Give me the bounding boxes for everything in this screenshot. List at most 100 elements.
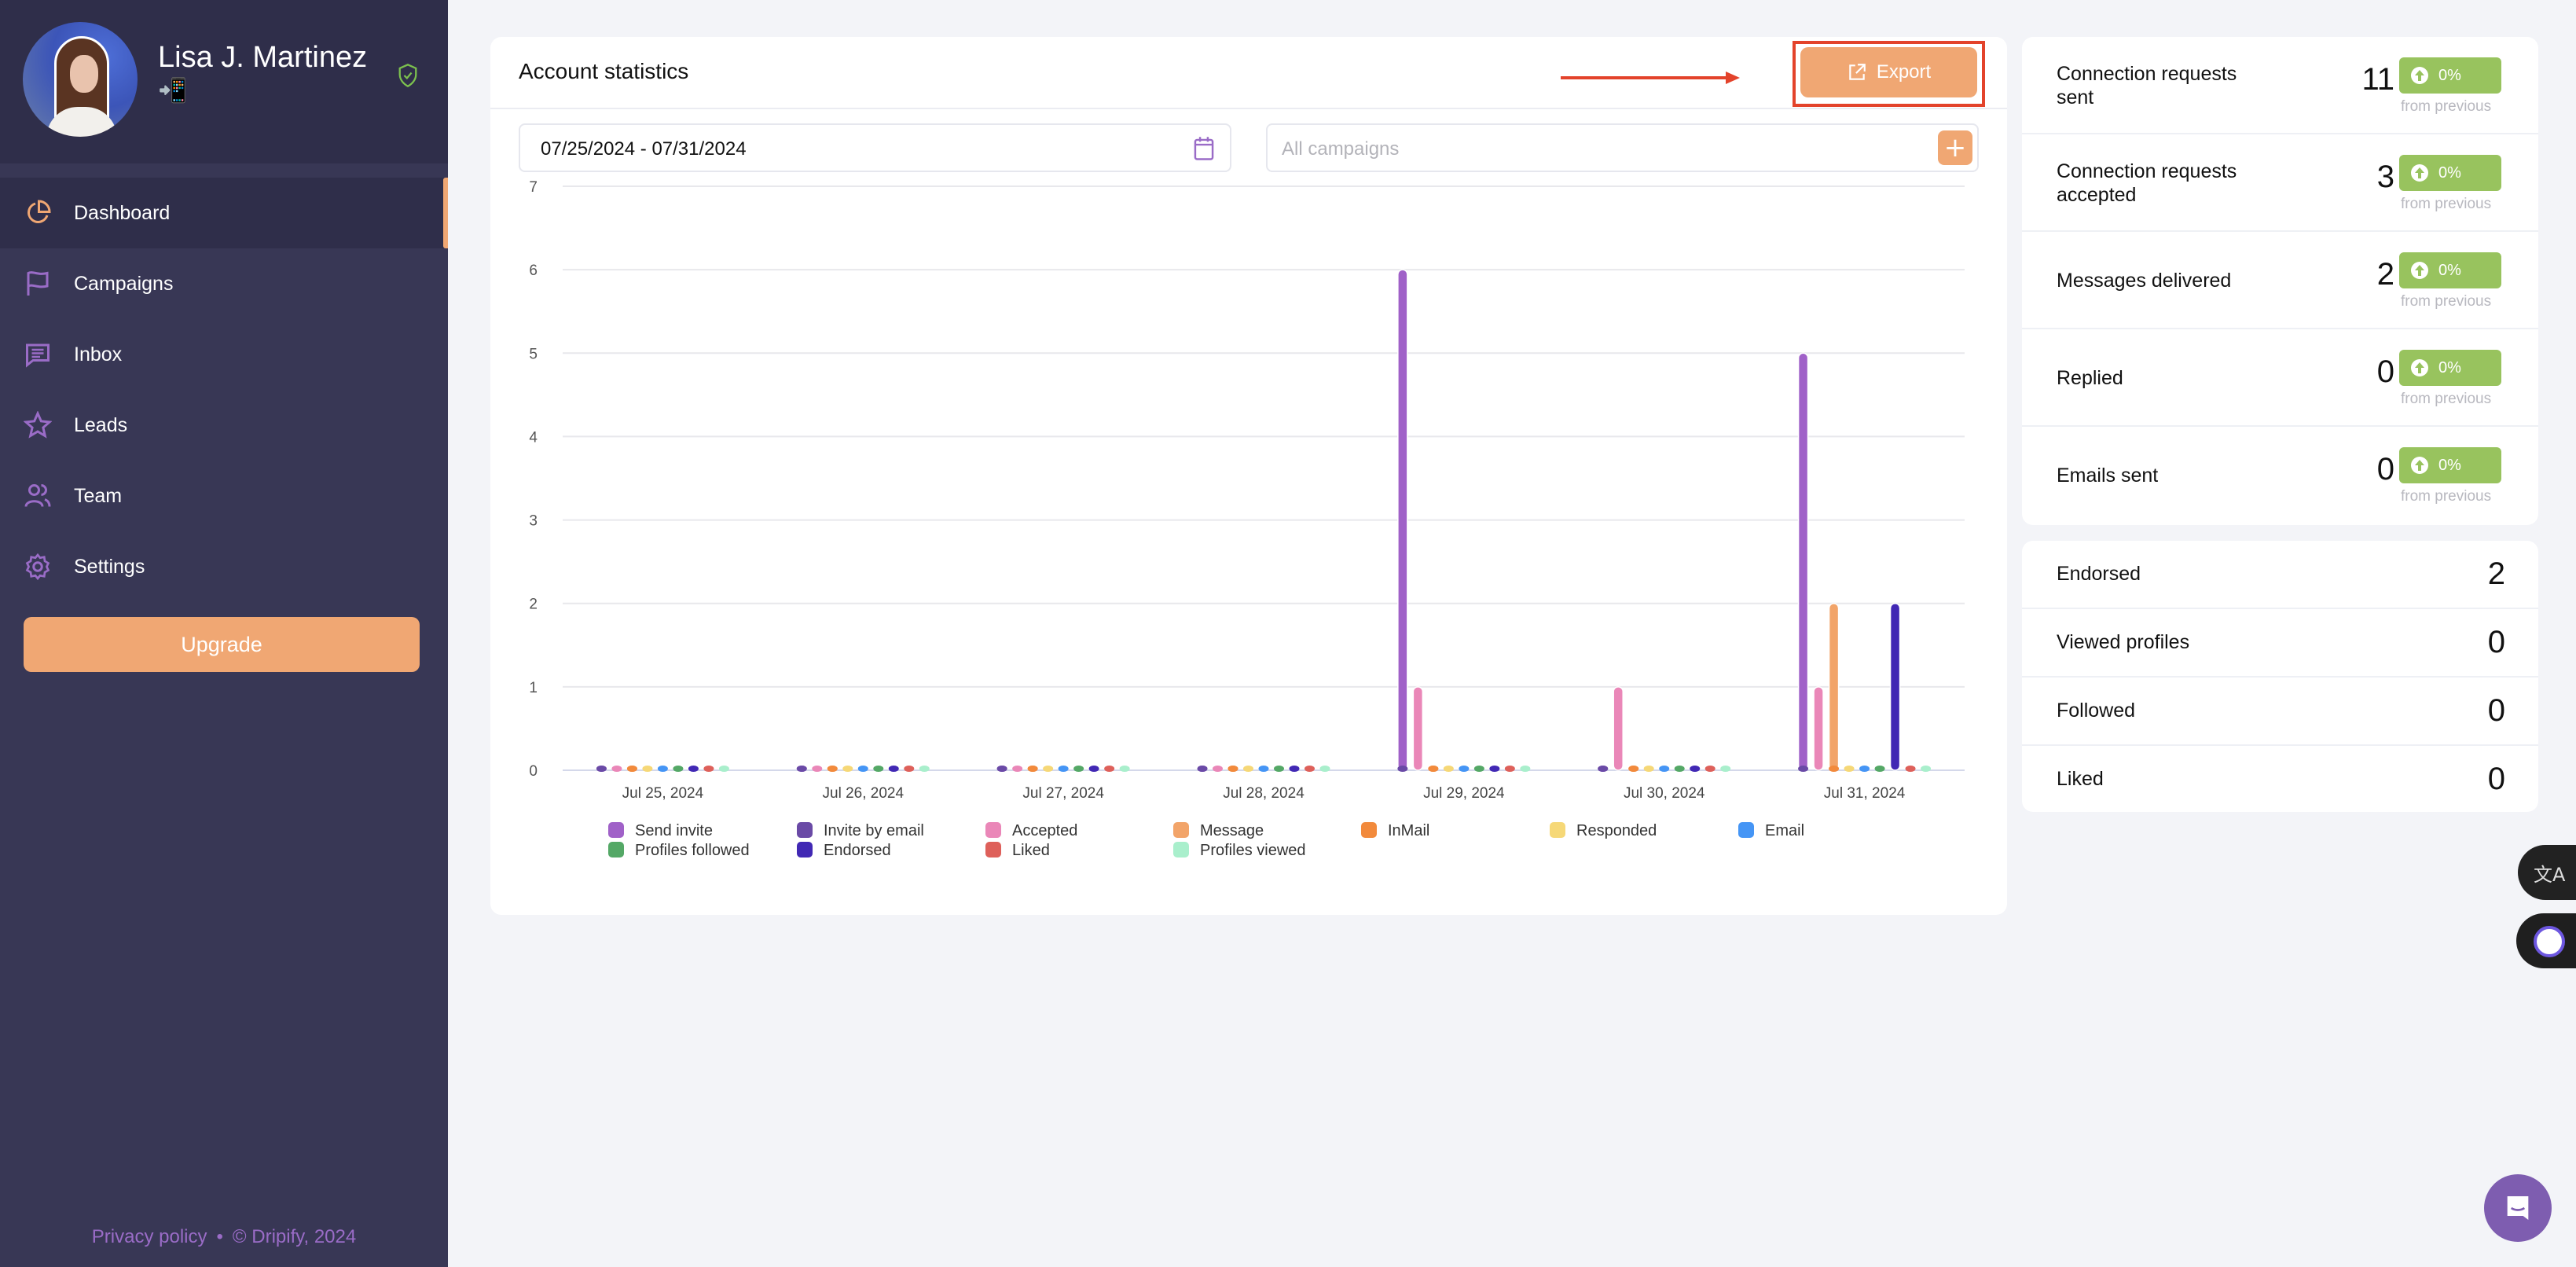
- chart-bar-zero: [1643, 766, 1654, 772]
- legend-swatch: [1173, 842, 1189, 858]
- kpi-change-value: 0%: [2438, 163, 2461, 182]
- legend-label: Invite by email: [824, 822, 924, 839]
- chart-bar-zero: [1043, 766, 1054, 772]
- chart-bar-zero: [1012, 766, 1023, 772]
- arrow-up-circle-icon: [2411, 67, 2428, 84]
- chart-bar: [1397, 269, 1408, 771]
- sidebar-item-dashboard[interactable]: Dashboard: [0, 178, 448, 248]
- chart-bar-zero: [1489, 766, 1500, 772]
- copyright-text: © Dripify, 2024: [232, 1226, 357, 1247]
- chart-bar-zero: [1289, 766, 1300, 772]
- kpi-label: Connection requests accepted: [2057, 160, 2237, 206]
- kpi-row: Emails sent 0 0% from previous: [2022, 427, 2538, 524]
- legend-swatch: [1361, 822, 1377, 838]
- chart-bar-zero: [1459, 766, 1470, 772]
- chat-support-button[interactable]: [2484, 1174, 2552, 1242]
- sidebar-item-team[interactable]: Team: [0, 461, 448, 531]
- legend-swatch: [1738, 822, 1754, 838]
- translate-widget-button[interactable]: 文A: [2518, 845, 2576, 900]
- assistant-widget-button[interactable]: [2516, 913, 2576, 968]
- x-tick-label: Jul 29, 2024: [1423, 785, 1505, 802]
- kpi-card: Connection requests sent 11 0% from previou…: [2022, 37, 2538, 525]
- kpi-label: Emails sent: [2057, 465, 2159, 487]
- legend-swatch: [1173, 822, 1189, 838]
- shield-check-icon: [398, 64, 417, 88]
- count-value: 0: [2487, 762, 2505, 796]
- chart-bar-zero: [1227, 766, 1238, 772]
- y-tick-label: 0: [529, 763, 538, 780]
- sidebar-item-settings[interactable]: Settings: [0, 531, 448, 602]
- chart-bar-zero: [1504, 766, 1515, 772]
- count-value: 0: [2487, 693, 2505, 728]
- chart-bar-zero: [596, 766, 607, 772]
- chart-bar-zero: [1027, 766, 1038, 772]
- pie-chart-icon: [28, 200, 51, 223]
- users-icon: [24, 484, 51, 507]
- user-name: Lisa J. Martinez: [158, 41, 368, 74]
- x-tick-label: Jul 30, 2024: [1624, 785, 1705, 802]
- statistics-bar-chart: 0 1 2 3 4 5 6 7 Jul 25, 2024 Jul 26, 2024 Jul 27, …: [529, 179, 1965, 859]
- sidebar-item-campaigns[interactable]: Campaigns: [0, 248, 448, 319]
- chart-bar: [1813, 686, 1824, 771]
- kpi-change-value: 0%: [2438, 456, 2461, 474]
- chart-bar-zero: [1058, 766, 1069, 772]
- chart-bar-zero: [611, 766, 622, 772]
- legend-swatch: [608, 822, 624, 838]
- x-tick-label: Jul 28, 2024: [1223, 785, 1305, 802]
- count-label: Endorsed: [2057, 563, 2141, 585]
- avatar[interactable]: [23, 22, 138, 137]
- chart-bar-zero: [703, 766, 714, 772]
- user-status-emoji: 📲: [158, 77, 188, 105]
- legend-label: Profiles followed: [635, 842, 750, 859]
- count-label: Viewed profiles: [2057, 631, 2190, 653]
- sidebar-item-label: Leads: [74, 413, 128, 436]
- legend-swatch: [985, 822, 1001, 838]
- kpi-row: Connection requests sent 11 0% from previou…: [2022, 37, 2538, 134]
- sidebar-item-inbox[interactable]: Inbox: [0, 319, 448, 390]
- count-row: Followed 0: [2022, 678, 2538, 746]
- chart-bar-zero: [1720, 766, 1731, 772]
- count-label: Followed: [2057, 700, 2136, 722]
- sidebar: Lisa J. Martinez 📲 Dashboard Campaigns I…: [0, 0, 448, 1267]
- chart-bar-zero: [1213, 766, 1223, 772]
- kpi-label: Connection requests sent: [2057, 63, 2237, 108]
- upgrade-button[interactable]: Upgrade: [24, 617, 420, 672]
- legend-label: Send invite: [635, 822, 713, 839]
- legend-label: Accepted: [1012, 822, 1077, 839]
- chart-bar-zero: [812, 766, 823, 772]
- legend-swatch: [985, 842, 1001, 858]
- gear-icon: [25, 553, 50, 581]
- kpi-change-badge: 0%: [2399, 350, 2501, 386]
- chart-bar-zero: [1073, 766, 1084, 772]
- chart-bar-zero: [1674, 766, 1685, 772]
- chart-bar-zero: [1659, 766, 1670, 772]
- chart-bar-zero: [1921, 766, 1932, 772]
- count-row: Liked 0: [2022, 746, 2538, 814]
- kpi-change-note: from previous: [2401, 488, 2492, 505]
- legend-label: Message: [1200, 822, 1264, 839]
- chart-bar-zero: [688, 766, 699, 772]
- account-statistics-card: Account statistics Export 07/25/2024 - 0…: [490, 37, 2007, 915]
- sidebar-item-label: Team: [74, 484, 123, 507]
- chart-bar: [1797, 352, 1809, 771]
- legend-label: Profiles viewed: [1200, 842, 1306, 859]
- profile-header: Lisa J. Martinez 📲: [0, 0, 448, 163]
- star-icon: [24, 411, 52, 439]
- y-tick-label: 1: [529, 680, 538, 696]
- chart-bar-zero: [718, 766, 729, 772]
- chart-bar-zero: [1443, 766, 1454, 772]
- privacy-policy-link[interactable]: Privacy policy: [92, 1226, 207, 1247]
- chart-bar-zero: [873, 766, 884, 772]
- chart-bar-zero: [1104, 766, 1115, 772]
- chart-bar-zero: [1428, 766, 1439, 772]
- x-tick-label: Jul 31, 2024: [1824, 785, 1906, 802]
- y-tick-label: 4: [529, 429, 538, 446]
- kpi-change-badge: 0%: [2399, 155, 2501, 191]
- chart-bar-zero: [1473, 766, 1484, 772]
- chart-bar: [1613, 686, 1624, 771]
- kpi-row: Connection requests accepted 3 0% from prev…: [2022, 134, 2538, 232]
- chart-bar-zero: [1243, 766, 1253, 772]
- sidebar-item-leads[interactable]: Leads: [0, 390, 448, 461]
- kpi-value: 0: [2376, 452, 2394, 487]
- x-tick-label: Jul 26, 2024: [823, 785, 905, 802]
